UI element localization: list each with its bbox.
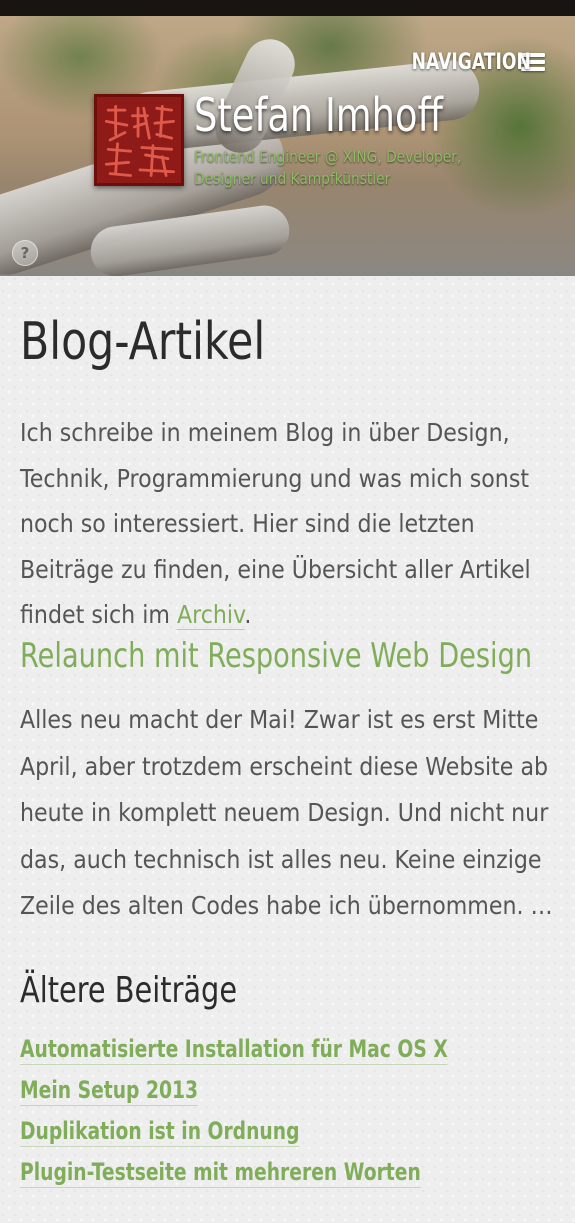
older-posts-heading: Ältere Beiträge <box>20 970 238 1011</box>
older-post-link[interactable]: Automatisierte Installation für Mac OS X <box>20 1034 448 1065</box>
older-post-link[interactable]: Duplikation ist in Ordnung <box>20 1116 300 1147</box>
list-item: Automatisierte Installation für Mac OS X <box>20 1034 568 1075</box>
intro-end: . <box>244 600 252 629</box>
seal-logo[interactable] <box>94 94 184 186</box>
older-posts-list: Automatisierte Installation für Mac OS X… <box>20 1034 568 1198</box>
site-title[interactable]: Stefan Imhoff <box>194 88 443 142</box>
list-item: Plugin-Testseite mit mehreren Worten <box>20 1157 568 1198</box>
seal-logo-icon <box>104 104 175 177</box>
archive-link[interactable]: Archiv <box>176 600 245 630</box>
site-header: NAVIGATION Stefan Imhoff Frontend Engine… <box>0 16 575 276</box>
post-excerpt: Alles neu macht der Mai! Zwar ist es ers… <box>20 705 553 920</box>
question-mark-icon[interactable]: ? <box>12 240 38 266</box>
navigation-label: NAVIGATION <box>411 49 531 75</box>
page-title: Blog-Artikel <box>20 312 266 372</box>
navigation-toggle-button[interactable]: NAVIGATION <box>378 48 545 76</box>
older-post-link[interactable]: Plugin-Testseite mit mehreren Worten <box>20 1157 421 1188</box>
intro-paragraph: Ich schreibe in meinem Blog in über Desi… <box>20 410 555 638</box>
site-tagline: Frontend Engineer @ XING, Developer, Des… <box>194 147 462 188</box>
top-bar <box>0 0 575 16</box>
older-post-link[interactable]: Mein Setup 2013 <box>20 1075 199 1106</box>
post-title-link[interactable]: Relaunch mit Responsive Web Design <box>20 636 532 676</box>
intro-text: Ich schreibe in meinem Blog in über Desi… <box>20 418 531 629</box>
list-item: Mein Setup 2013 <box>20 1075 568 1116</box>
list-item: Duplikation ist in Ordnung <box>20 1116 568 1157</box>
